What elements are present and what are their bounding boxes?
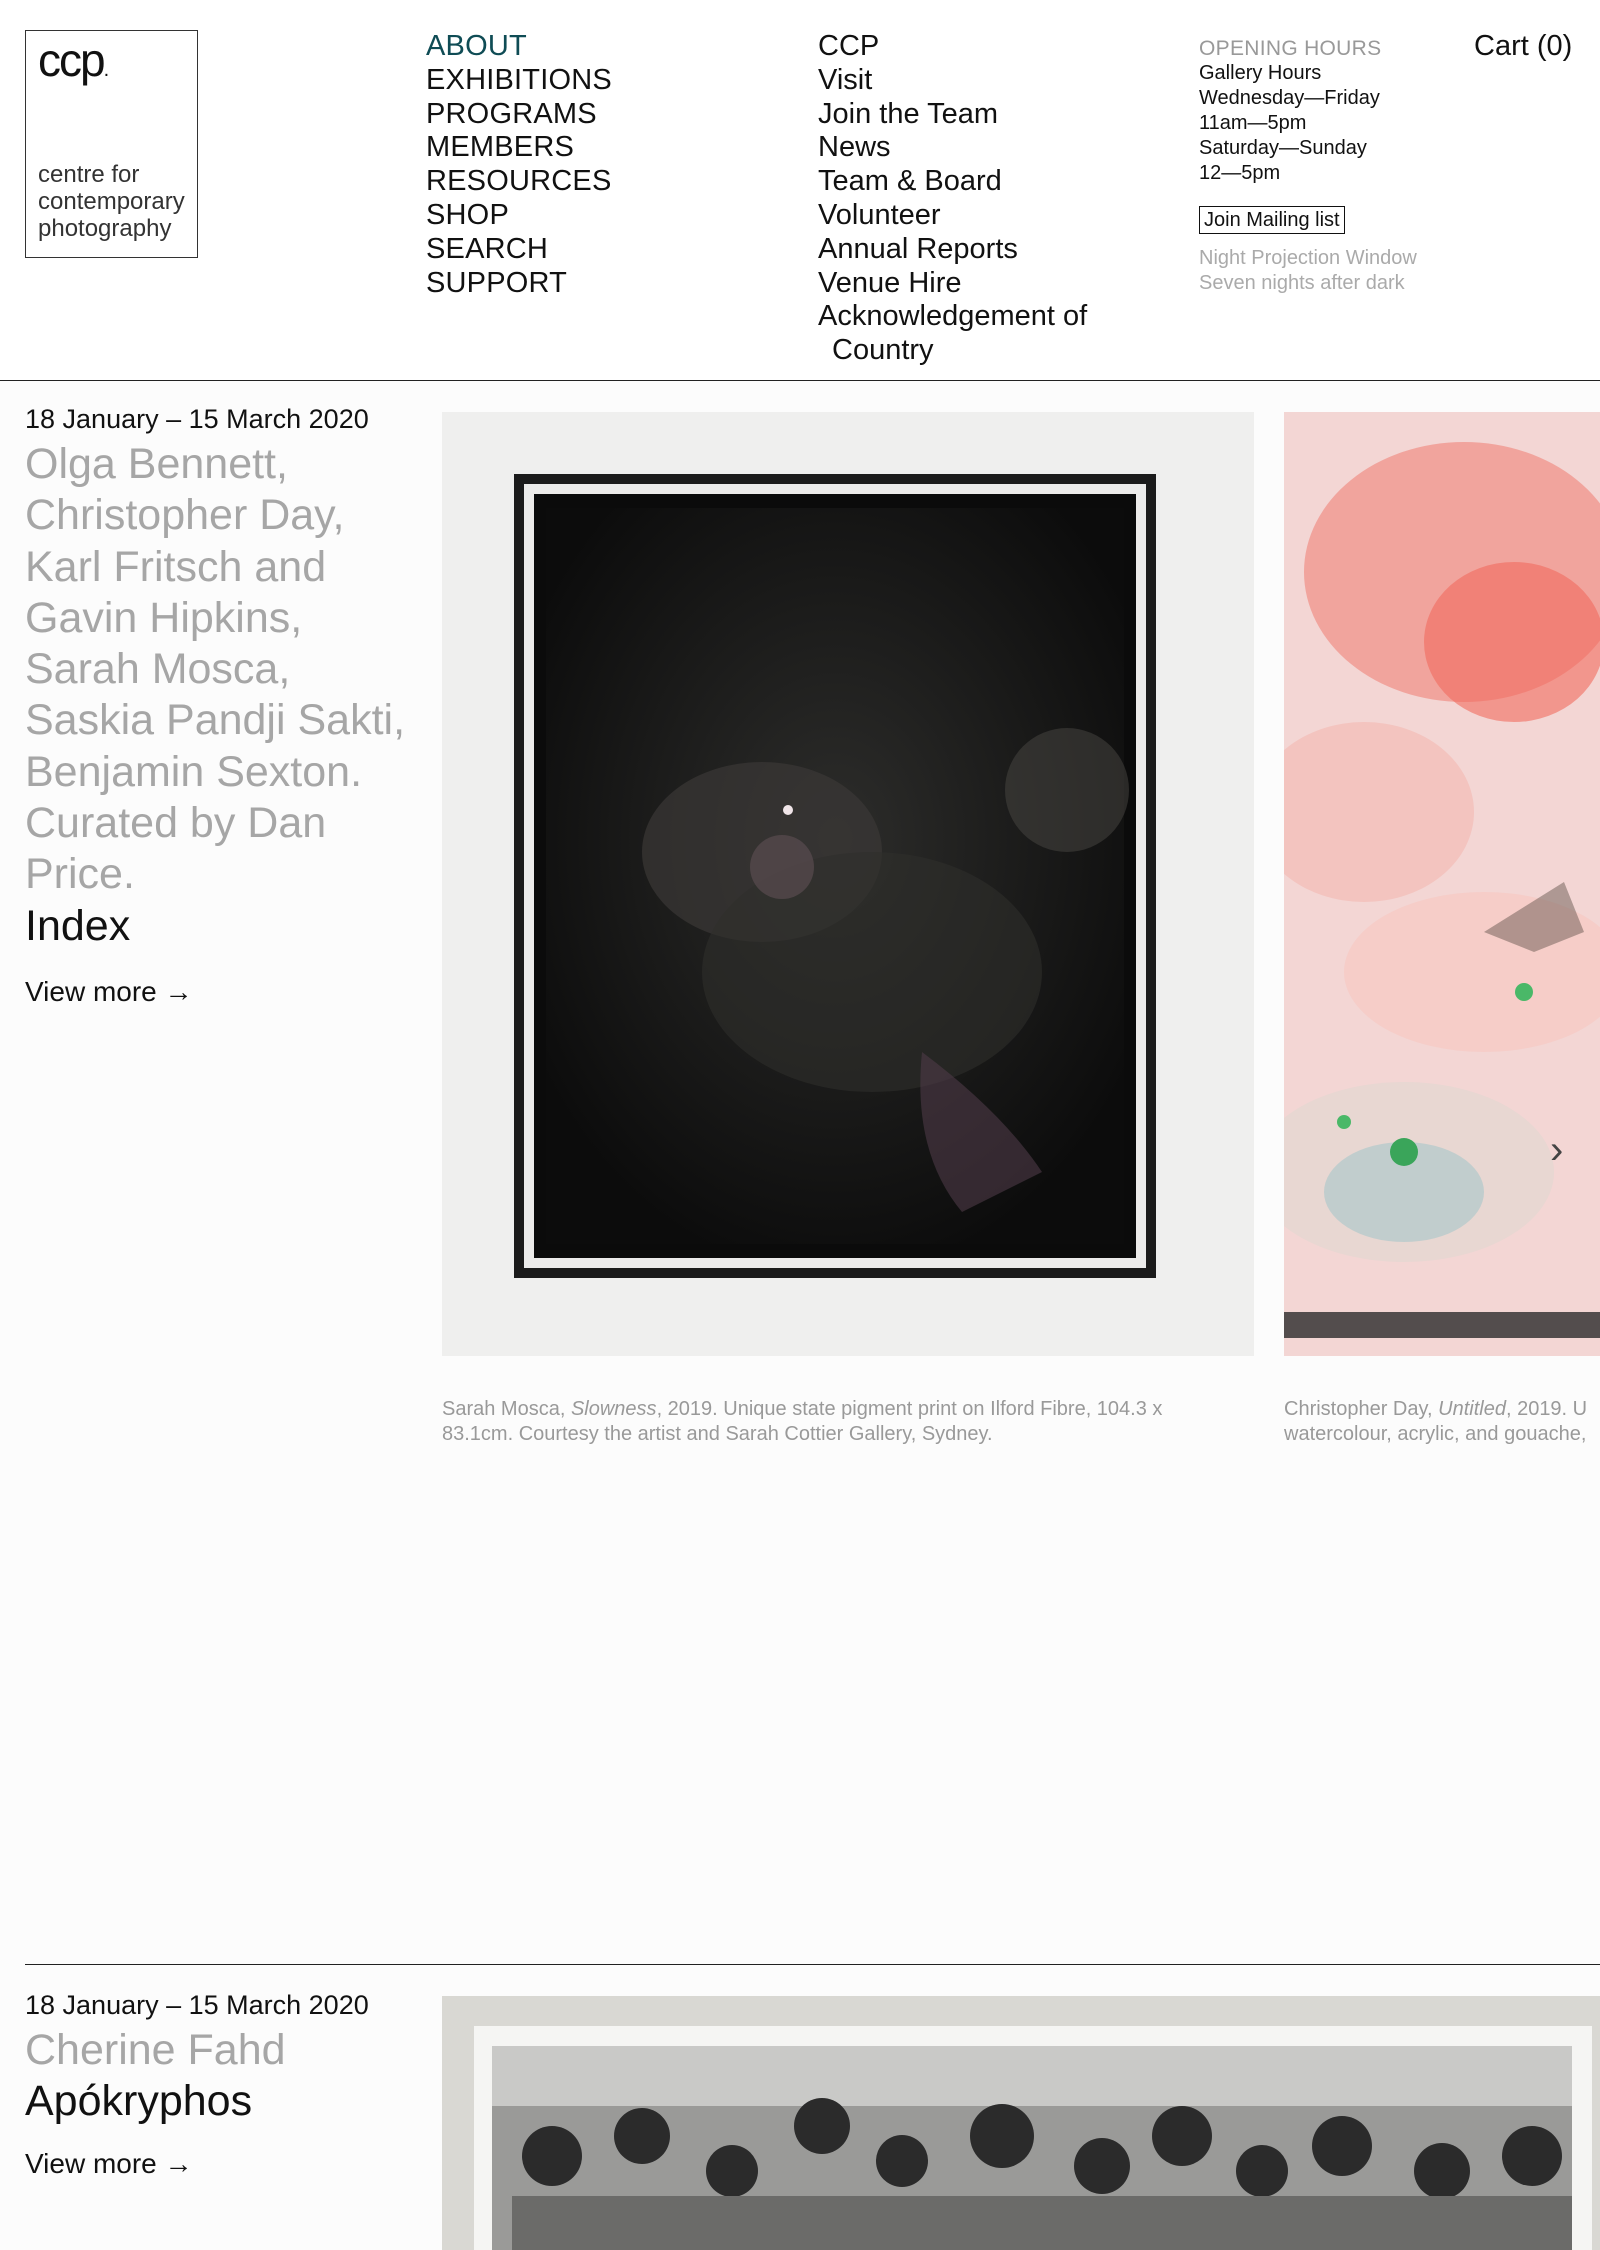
- hours-line: Wednesday—Friday: [1199, 87, 1380, 109]
- subnav-item-acknowledgement-cont[interactable]: Country: [818, 334, 1087, 368]
- hours-line: Gallery Hours: [1199, 62, 1322, 84]
- nav-item-shop[interactable]: SHOP: [426, 199, 612, 233]
- join-mailing-list-button[interactable]: Join Mailing list: [1199, 206, 1345, 234]
- nav-item-support[interactable]: SUPPORT: [426, 267, 612, 301]
- section-divider: [25, 1964, 1600, 1965]
- subnav-item-acknowledgement[interactable]: Acknowledgement of: [818, 300, 1087, 334]
- about-subnav: CCP Visit Join the Team News Team & Boar…: [818, 30, 1087, 368]
- subnav-item-venue-hire[interactable]: Venue Hire: [818, 267, 1087, 301]
- nav-item-resources[interactable]: RESOURCES: [426, 165, 612, 199]
- nav-item-search[interactable]: SEARCH: [426, 233, 612, 267]
- nav-item-members[interactable]: MEMBERS: [426, 131, 612, 165]
- hours-line: Saturday—Sunday: [1199, 137, 1367, 159]
- subnav-item-join-team[interactable]: Join the Team: [818, 98, 1087, 132]
- exhibition-item: 18 January – 15 March 2020 Olga Bennett,…: [25, 404, 425, 1008]
- subnav-item-ccp[interactable]: CCP: [818, 30, 1087, 64]
- exhibition-item: 18 January – 15 March 2020 Cherine Fahd …: [25, 1990, 425, 2180]
- exhibition-artists[interactable]: Cherine Fahd: [25, 2025, 425, 2076]
- exhibition-artists[interactable]: Olga Bennett, Christopher Day, Karl Frit…: [25, 439, 425, 901]
- logo-mark: ccp.: [38, 34, 109, 86]
- nav-item-exhibitions[interactable]: EXHIBITIONS: [426, 64, 612, 98]
- hours-line: 12—5pm: [1199, 162, 1281, 184]
- cart-link[interactable]: Cart (0): [1474, 30, 1572, 63]
- subnav-item-visit[interactable]: Visit: [818, 64, 1087, 98]
- painting-image: [1284, 412, 1600, 1356]
- subnav-item-team-board[interactable]: Team & Board: [818, 165, 1087, 199]
- hours-line: 11am—5pm: [1199, 112, 1307, 134]
- view-more-link[interactable]: View more →: [25, 2148, 193, 2180]
- exhibition-date: 18 January – 15 March 2020: [25, 1990, 369, 2020]
- exhibition-date: 18 January – 15 March 2020: [25, 404, 369, 434]
- nav-item-programs[interactable]: PROGRAMS: [426, 98, 612, 132]
- night-projection-info[interactable]: Night Projection Window Seven nights aft…: [1199, 246, 1459, 296]
- nav-item-about[interactable]: ABOUT: [426, 30, 612, 64]
- subnav-item-annual-reports[interactable]: Annual Reports: [818, 233, 1087, 267]
- bw-photograph: [474, 2026, 1592, 2250]
- image-caption: Sarah Mosca, Slowness, 2019. Unique stat…: [442, 1398, 1163, 1445]
- view-more-link[interactable]: View more →: [25, 976, 193, 1008]
- opening-hours-label: OPENING HOURS: [1199, 37, 1382, 60]
- gallery-slide-image[interactable]: [442, 1996, 1600, 2250]
- gallery-slide-image[interactable]: [1284, 412, 1600, 1356]
- logo-subtitle: centre for contemporary photography: [38, 161, 185, 242]
- image-caption: Christopher Day, Untitled, 2019. U water…: [1284, 1398, 1588, 1445]
- subnav-item-volunteer[interactable]: Volunteer: [818, 199, 1087, 233]
- exhibition-title[interactable]: Index: [25, 901, 425, 952]
- gallery-slide-image[interactable]: [442, 412, 1254, 1356]
- night-projection-subtitle: Seven nights after dark: [1199, 272, 1405, 294]
- site-header: ccp. centre for contemporary photography…: [0, 0, 1600, 381]
- night-projection-title: Night Projection Window: [1199, 247, 1417, 269]
- exhibition-title[interactable]: Apókryphos: [25, 2076, 425, 2127]
- site-logo[interactable]: ccp. centre for contemporary photography: [25, 30, 198, 258]
- framed-photograph: [514, 474, 1156, 1278]
- opening-hours: OPENING HOURS Gallery Hours Wednesday—Fr…: [1199, 37, 1459, 296]
- main-nav: ABOUT EXHIBITIONS PROGRAMS MEMBERS RESOU…: [426, 30, 612, 300]
- subnav-item-news[interactable]: News: [818, 131, 1087, 165]
- next-slide-arrow-icon[interactable]: ›: [1550, 1128, 1563, 1173]
